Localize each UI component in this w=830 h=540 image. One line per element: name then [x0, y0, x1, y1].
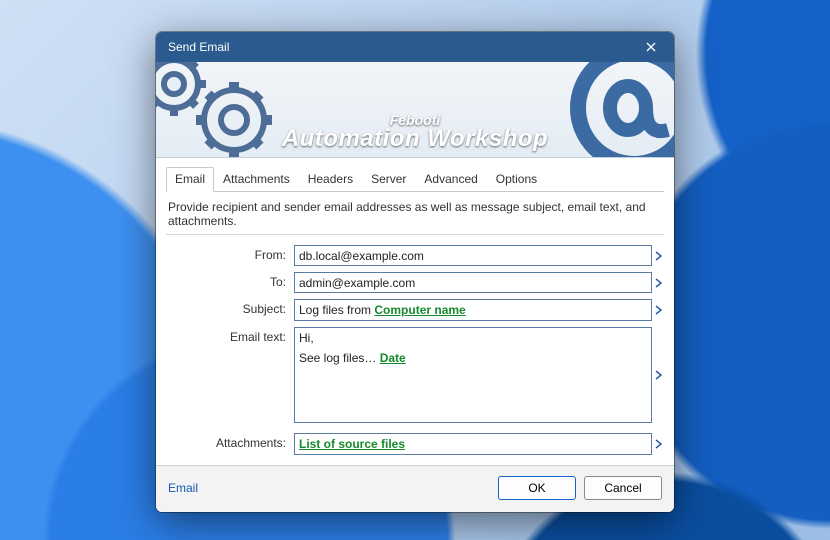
- cancel-button[interactable]: Cancel: [584, 476, 662, 500]
- send-email-dialog: Send Email: [156, 32, 674, 512]
- chevron-right-icon: [655, 278, 663, 288]
- token-date[interactable]: Date: [380, 351, 406, 365]
- close-button[interactable]: [636, 35, 666, 59]
- chevron-right-icon: [655, 305, 663, 315]
- brand-line2: Automation Workshop: [156, 126, 674, 151]
- attachments-label: Attachments:: [166, 433, 294, 450]
- chevron-right-icon: [655, 439, 663, 449]
- tab-description: Provide recipient and sender email addre…: [166, 198, 664, 234]
- tab-server[interactable]: Server: [362, 167, 415, 192]
- token-source-files[interactable]: List of source files: [299, 437, 405, 451]
- tab-advanced[interactable]: Advanced: [415, 167, 486, 192]
- attachments-input[interactable]: List of source files: [294, 433, 652, 455]
- row-emailtext: Email text: Hi, See log files… Date: [166, 327, 664, 423]
- window-title: Send Email: [168, 40, 636, 54]
- from-label: From:: [166, 245, 294, 262]
- banner: Febooti Automation Workshop: [156, 62, 674, 158]
- from-expand-button[interactable]: [654, 245, 664, 266]
- chevron-right-icon: [655, 251, 663, 261]
- tab-email[interactable]: Email: [166, 167, 214, 192]
- row-attachments: Attachments: List of source files: [166, 433, 664, 455]
- emailtext-expand-button[interactable]: [654, 327, 664, 423]
- emailtext-label: Email text:: [166, 327, 294, 344]
- to-input[interactable]: [294, 272, 652, 293]
- from-input[interactable]: [294, 245, 652, 266]
- client-area: Email Attachments Headers Server Advance…: [156, 158, 674, 465]
- to-expand-button[interactable]: [654, 272, 664, 293]
- subject-input[interactable]: Log files from Computer name: [294, 299, 652, 321]
- tab-attachments[interactable]: Attachments: [214, 167, 299, 192]
- tab-headers[interactable]: Headers: [299, 167, 362, 192]
- ok-button[interactable]: OK: [498, 476, 576, 500]
- row-subject: Subject: Log files from Computer name: [166, 299, 664, 321]
- row-to: To:: [166, 272, 664, 293]
- help-link[interactable]: Email: [168, 481, 198, 495]
- attachments-expand-button[interactable]: [654, 433, 664, 455]
- row-from: From:: [166, 245, 664, 266]
- emailtext-input[interactable]: Hi, See log files… Date: [294, 327, 652, 423]
- brand-text: Febooti Automation Workshop: [156, 113, 674, 151]
- to-label: To:: [166, 272, 294, 289]
- chevron-right-icon: [655, 370, 663, 380]
- tab-options[interactable]: Options: [487, 167, 546, 192]
- token-computer-name[interactable]: Computer name: [374, 303, 465, 317]
- tab-strip: Email Attachments Headers Server Advance…: [166, 166, 664, 192]
- close-icon: [646, 42, 656, 52]
- titlebar[interactable]: Send Email: [156, 32, 674, 62]
- subject-label: Subject:: [166, 299, 294, 316]
- dialog-footer: Email OK Cancel: [156, 465, 674, 512]
- divider: [166, 234, 664, 235]
- subject-expand-button[interactable]: [654, 299, 664, 321]
